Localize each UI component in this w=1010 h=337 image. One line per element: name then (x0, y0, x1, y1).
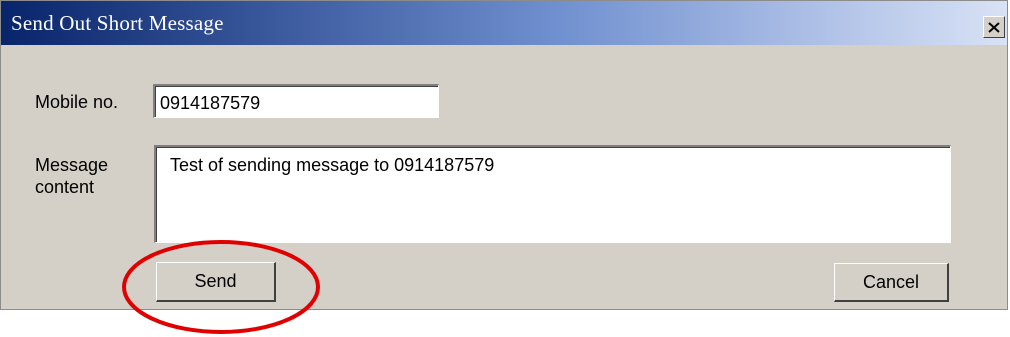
mobile-number-input[interactable]: 0914187579 (153, 84, 439, 118)
message-label: Message content (35, 155, 109, 197)
cancel-button[interactable]: Cancel (834, 263, 949, 302)
window-title: Send Out Short Message (11, 11, 224, 35)
mobile-label: Mobile no. (35, 92, 119, 112)
message-content-textarea[interactable]: Test of sending message to 0914187579 (154, 145, 951, 243)
send-button[interactable]: Send (156, 262, 276, 302)
title-bar[interactable]: Send Out Short Message (1, 1, 1007, 45)
close-icon (988, 21, 1000, 33)
send-message-dialog: Send Out Short Message Mobile no. 091418… (0, 0, 1008, 310)
close-button[interactable] (983, 16, 1005, 38)
